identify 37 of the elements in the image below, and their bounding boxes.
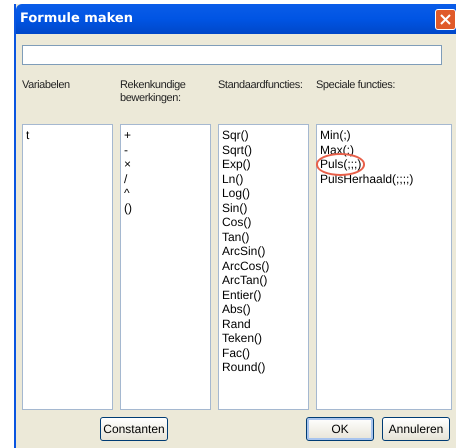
list-item[interactable]: Rand [222,316,251,331]
column-heading: Rekenkundige bewerkingen: [120,79,186,104]
list-item[interactable]: ArcCos() [222,258,270,273]
list-item[interactable]: / [124,172,128,186]
list-item[interactable]: Sqr() [222,128,249,142]
list-item[interactable]: Cos() [222,215,252,230]
dialog-button[interactable]: Constanten [100,417,168,441]
list-item[interactable]: Log() [222,186,250,200]
list-item[interactable]: Teken() [222,331,262,346]
list-item[interactable]: × [124,157,132,172]
column-heading: Variabelen [22,79,70,91]
list-item[interactable]: ^ [124,186,130,200]
list-item[interactable]: Abs() [222,302,251,316]
formula-input[interactable] [22,45,442,65]
column-heading: Speciale functies: [316,79,396,91]
list-item[interactable]: Tan() [222,230,250,244]
column-heading: Standaardfuncties: [218,79,303,91]
close-button[interactable] [435,8,456,30]
list-item[interactable]: Ln() [222,172,244,186]
list-item[interactable]: ArcTan() [222,273,268,288]
dialog-button[interactable]: OK [306,417,374,441]
list-item[interactable]: Sin() [222,200,248,215]
list-item[interactable]: - [124,142,128,157]
list-item[interactable]: Entier() [222,288,262,302]
list-item[interactable]: Min(;) [320,128,351,142]
list-item[interactable]: t [26,128,30,142]
list-item[interactable]: PulsHerhaald(;;;;) [320,172,414,186]
list-item[interactable]: + [124,128,132,142]
list-item[interactable]: () [124,200,132,215]
list-item[interactable]: Fac() [222,346,250,360]
window-title: Formule maken [20,10,133,28]
list-item[interactable]: ArcSin() [222,244,266,258]
list-item[interactable]: Round() [222,360,266,374]
dialog-button[interactable]: Annuleren [382,417,450,441]
list-item[interactable]: Exp() [222,157,251,172]
list-item[interactable]: Sqrt() [222,142,252,157]
close-icon [440,14,451,24]
